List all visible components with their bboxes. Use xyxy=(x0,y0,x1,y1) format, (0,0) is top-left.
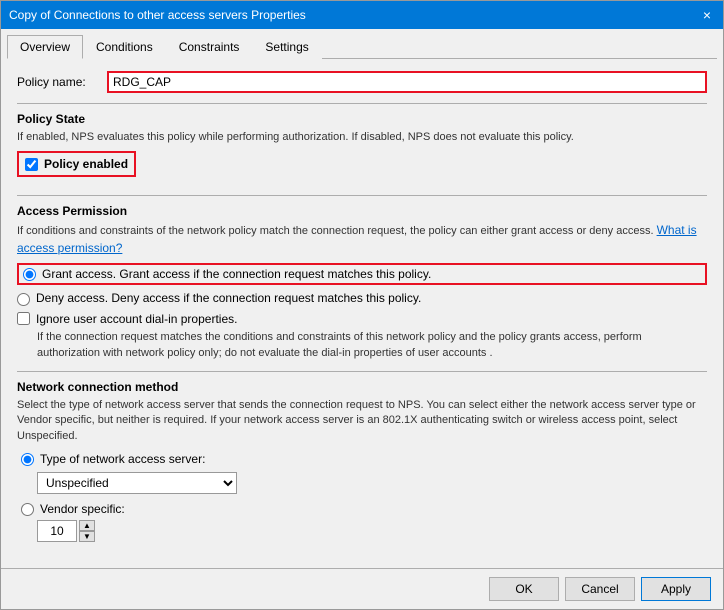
dropdown-row: Unspecified xyxy=(37,472,707,494)
policy-name-input[interactable] xyxy=(107,71,707,93)
grant-access-radio[interactable] xyxy=(23,268,36,281)
type-radio[interactable] xyxy=(21,453,34,466)
spinner-up-button[interactable]: ▲ xyxy=(79,520,95,531)
policy-enabled-checkbox[interactable] xyxy=(25,158,38,171)
policy-name-label: Policy name: xyxy=(17,75,107,89)
policy-state-section: Policy State If enabled, NPS evaluates t… xyxy=(17,112,707,183)
cancel-button[interactable]: Cancel xyxy=(565,577,635,601)
network-connection-desc: Select the type of network access server… xyxy=(17,398,707,444)
ok-button[interactable]: OK xyxy=(489,577,559,601)
tab-conditions[interactable]: Conditions xyxy=(83,35,166,59)
dialog-content: Policy name: Policy State If enabled, NP… xyxy=(1,59,723,564)
policy-state-title: Policy State xyxy=(17,112,707,126)
vendor-radio-row: Vendor specific: xyxy=(21,502,707,516)
dialog-title: Copy of Connections to other access serv… xyxy=(9,8,306,22)
title-bar: Copy of Connections to other access serv… xyxy=(1,1,723,29)
tab-settings[interactable]: Settings xyxy=(252,35,321,59)
policy-name-row: Policy name: xyxy=(17,71,707,93)
ignore-label: Ignore user account dial-in properties. xyxy=(36,312,237,326)
vendor-spinner-row: ▲ ▼ xyxy=(37,520,707,542)
access-permission-desc: If conditions and constraints of the net… xyxy=(17,222,707,257)
tab-constraints[interactable]: Constraints xyxy=(166,35,253,59)
vendor-value-input[interactable] xyxy=(37,520,77,542)
access-permission-title: Access Permission xyxy=(17,204,707,218)
access-permission-section: Access Permission If conditions and cons… xyxy=(17,204,707,361)
policy-enabled-checkbox-row[interactable]: Policy enabled xyxy=(17,151,136,177)
apply-button[interactable]: Apply xyxy=(641,577,711,601)
network-type-dropdown[interactable]: Unspecified xyxy=(37,472,237,494)
network-connection-title: Network connection method xyxy=(17,380,707,394)
network-connection-section: Network connection method Select the typ… xyxy=(17,380,707,542)
ignore-checkbox[interactable] xyxy=(17,312,30,325)
policy-enabled-label: Policy enabled xyxy=(44,157,128,171)
close-button[interactable]: × xyxy=(699,7,715,23)
type-label: Type of network access server: xyxy=(40,452,205,466)
type-radio-row: Type of network access server: xyxy=(21,452,707,466)
vendor-label: Vendor specific: xyxy=(40,502,125,516)
policy-state-desc: If enabled, NPS evaluates this policy wh… xyxy=(17,130,707,145)
grant-access-row: Grant access. Grant access if the connec… xyxy=(17,263,707,285)
divider-2 xyxy=(17,195,707,196)
tab-bar: Overview Conditions Constraints Settings xyxy=(7,35,717,59)
deny-access-row: Deny access. Deny access if the connecti… xyxy=(17,291,707,306)
divider-1 xyxy=(17,103,707,104)
deny-access-label: Deny access. Deny access if the connecti… xyxy=(36,291,421,305)
tab-overview[interactable]: Overview xyxy=(7,35,83,59)
dialog-window: Copy of Connections to other access serv… xyxy=(0,0,724,610)
grant-access-label: Grant access. Grant access if the connec… xyxy=(42,267,431,281)
divider-3 xyxy=(17,371,707,372)
deny-access-radio[interactable] xyxy=(17,293,30,306)
spinner-down-button[interactable]: ▼ xyxy=(79,531,95,542)
spinner-buttons: ▲ ▼ xyxy=(79,520,95,542)
ignore-desc: If the connection request matches the co… xyxy=(37,330,707,361)
vendor-radio[interactable] xyxy=(21,503,34,516)
ignore-row: Ignore user account dial-in properties. xyxy=(17,312,707,326)
